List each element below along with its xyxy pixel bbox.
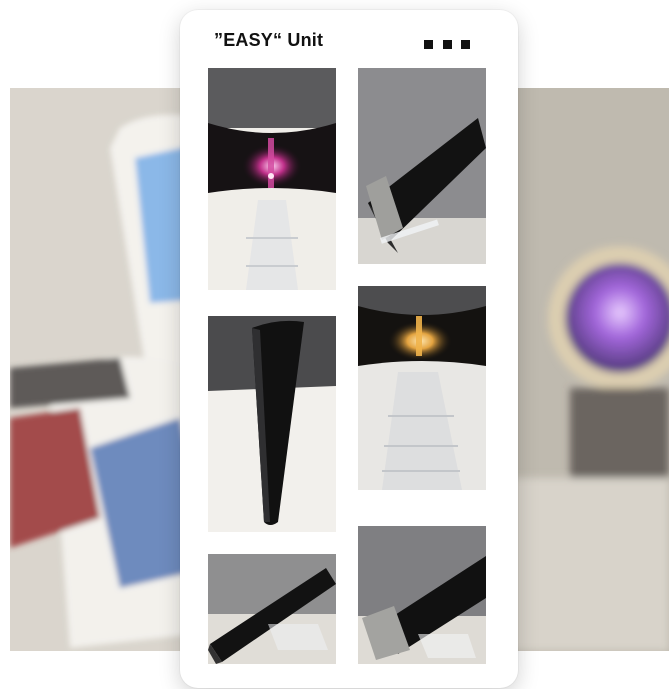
curved-black-panel-image: [208, 316, 336, 532]
dot: [461, 39, 470, 49]
photo-tile[interactable]: [208, 554, 336, 664]
photo-tile[interactable]: [358, 526, 486, 664]
light-slit-amber-image: [358, 286, 486, 490]
photo-tile[interactable]: [358, 286, 486, 490]
gallery-card: ”EASY“ Unit: [180, 10, 518, 688]
photo-tile[interactable]: [208, 68, 336, 290]
photo-tile[interactable]: [208, 316, 336, 532]
black-bar-foam-end-image: [358, 68, 486, 264]
dot: [424, 39, 433, 49]
more-dots-icon[interactable]: [424, 34, 470, 54]
light-slit-pink-image: [208, 68, 336, 290]
card-header: ”EASY“ Unit: [180, 10, 518, 68]
page-title: ”EASY“ Unit: [214, 30, 324, 50]
photo-tile[interactable]: [358, 68, 486, 264]
dot: [442, 39, 452, 49]
black-bar-angled-image: [208, 554, 336, 664]
black-bar-foam-cap-image: [358, 526, 486, 664]
